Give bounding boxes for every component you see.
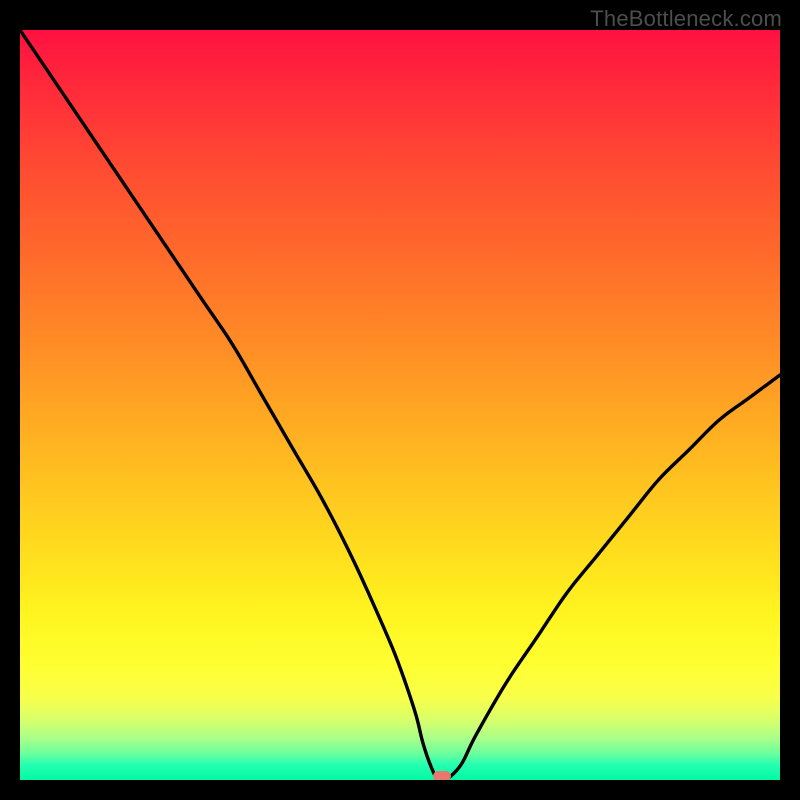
optimum-marker bbox=[433, 771, 451, 780]
chart-container: TheBottleneck.com bbox=[0, 0, 800, 800]
watermark-text: TheBottleneck.com bbox=[590, 6, 782, 32]
curve-svg bbox=[20, 30, 780, 780]
bottleneck-curve bbox=[20, 30, 780, 780]
plot-area bbox=[20, 30, 780, 780]
